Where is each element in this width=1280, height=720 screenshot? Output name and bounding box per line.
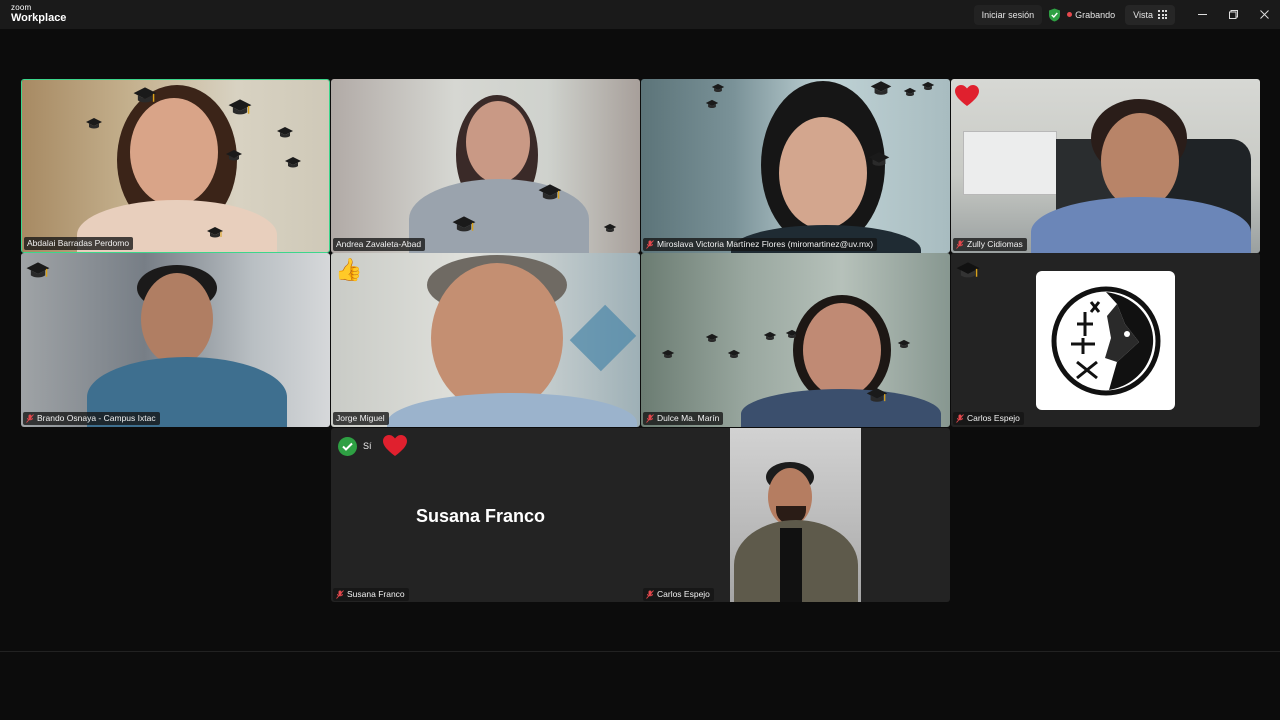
mic-muted-icon bbox=[646, 589, 654, 599]
graduation-cap-icon bbox=[538, 184, 562, 200]
participant-name-tag: Carlos Espejo bbox=[643, 588, 714, 601]
video-tile-jorge[interactable]: 👍 Jorge Miguel bbox=[331, 253, 640, 427]
graduation-cap-icon bbox=[903, 87, 917, 96]
title-bar: zoom Workplace Iniciar sesión Grabando V… bbox=[0, 0, 1280, 29]
graduation-cap-icon bbox=[603, 223, 617, 232]
graduation-cap-icon bbox=[921, 81, 935, 90]
graduation-cap-icon bbox=[866, 388, 888, 402]
view-button[interactable]: Vista bbox=[1125, 4, 1175, 25]
video-tile-abdalai[interactable]: Abdalai Barradas Perdomo bbox=[21, 79, 330, 253]
mic-muted-icon bbox=[956, 413, 964, 423]
wolf-emblem-icon bbox=[1051, 286, 1160, 395]
graduation-cap-icon bbox=[26, 262, 50, 278]
recording-label: Grabando bbox=[1075, 9, 1116, 20]
mic-muted-icon bbox=[956, 239, 964, 249]
view-label: Vista bbox=[1133, 9, 1153, 20]
close-icon bbox=[1260, 10, 1269, 19]
restore-icon bbox=[1229, 10, 1238, 19]
recording-indicator[interactable]: Grabando bbox=[1067, 10, 1115, 20]
graduation-cap-icon bbox=[868, 152, 890, 166]
graduation-cap-icon bbox=[705, 333, 719, 342]
graduation-cap-icon bbox=[228, 99, 252, 115]
check-icon bbox=[338, 436, 357, 456]
minimize-button[interactable] bbox=[1187, 0, 1218, 29]
restore-button[interactable] bbox=[1218, 0, 1249, 29]
graduation-cap-icon bbox=[133, 87, 157, 103]
video-tile-dulce[interactable]: Dulce Ma. Marín bbox=[641, 253, 950, 427]
record-dot-icon bbox=[1067, 12, 1073, 17]
graduation-cap-icon bbox=[661, 349, 675, 358]
minimize-icon bbox=[1198, 14, 1207, 15]
graduation-cap-icon bbox=[763, 331, 777, 340]
participant-name-tag: Miroslava Victoria Martínez Flores (miro… bbox=[643, 238, 878, 251]
graduation-cap-icon bbox=[226, 150, 242, 161]
graduation-cap-icon bbox=[705, 99, 719, 108]
mic-muted-icon bbox=[646, 413, 654, 423]
video-tile-andrea[interactable]: Andrea Zavaleta-Abad bbox=[331, 79, 640, 253]
heart-reaction-icon bbox=[382, 435, 407, 456]
heart-reaction-icon bbox=[955, 85, 979, 106]
graduation-cap-icon bbox=[277, 127, 293, 138]
graduation-cap-icon bbox=[285, 157, 301, 168]
yes-feedback-badge: Sí bbox=[338, 435, 408, 457]
graduation-cap-icon bbox=[785, 329, 799, 338]
shield-icon[interactable] bbox=[1048, 8, 1061, 22]
zoom-logo: zoom Workplace bbox=[11, 4, 66, 24]
graduation-cap-icon bbox=[870, 81, 892, 95]
logo-workplace-text: Workplace bbox=[11, 12, 67, 24]
meeting-controls-bar bbox=[0, 651, 1280, 720]
graduation-cap-icon bbox=[897, 339, 911, 348]
graduation-cap-icon bbox=[86, 118, 102, 129]
mic-muted-icon bbox=[26, 413, 34, 423]
thumbs-up-reaction-icon: 👍 bbox=[335, 257, 363, 282]
participant-name-tag: Andrea Zavaleta-Abad bbox=[333, 238, 426, 251]
close-button[interactable] bbox=[1249, 0, 1280, 29]
video-tile-carlos-camera[interactable] bbox=[730, 428, 861, 602]
graduation-cap-icon bbox=[956, 262, 980, 278]
participant-name-tag: Zully Cidiomas bbox=[953, 238, 1027, 251]
graduation-cap-icon bbox=[711, 83, 725, 92]
participant-name-tag: Dulce Ma. Marín bbox=[643, 412, 724, 425]
graduation-cap-icon bbox=[452, 216, 476, 232]
graduation-cap-icon bbox=[207, 227, 223, 238]
participant-name-tag: Jorge Miguel bbox=[333, 412, 389, 425]
mic-muted-icon bbox=[646, 239, 654, 249]
grid-view-icon bbox=[1158, 10, 1167, 19]
profile-picture-wolf-logo bbox=[1036, 271, 1175, 410]
video-tile-miroslava[interactable]: Miroslava Victoria Martínez Flores (miro… bbox=[641, 79, 950, 253]
mic-muted-icon bbox=[336, 589, 344, 599]
participant-name-tag: Brando Osnaya - Campus Ixtac bbox=[23, 412, 160, 425]
video-tile-brando[interactable]: Brando Osnaya - Campus Ixtac bbox=[21, 253, 330, 427]
logo-zoom-text: zoom bbox=[11, 3, 32, 12]
video-tile-zully[interactable]: Zully Cidiomas bbox=[951, 79, 1260, 253]
participant-display-name: Susana Franco bbox=[416, 506, 546, 526]
participant-name-tag: Carlos Espejo bbox=[953, 412, 1024, 425]
graduation-cap-icon bbox=[727, 349, 741, 358]
participant-name-tag: Abdalai Barradas Perdomo bbox=[24, 237, 134, 250]
yes-label: Sí bbox=[363, 441, 372, 451]
signin-button[interactable]: Iniciar sesión bbox=[973, 4, 1043, 25]
participant-name-tag: Susana Franco bbox=[333, 588, 409, 601]
